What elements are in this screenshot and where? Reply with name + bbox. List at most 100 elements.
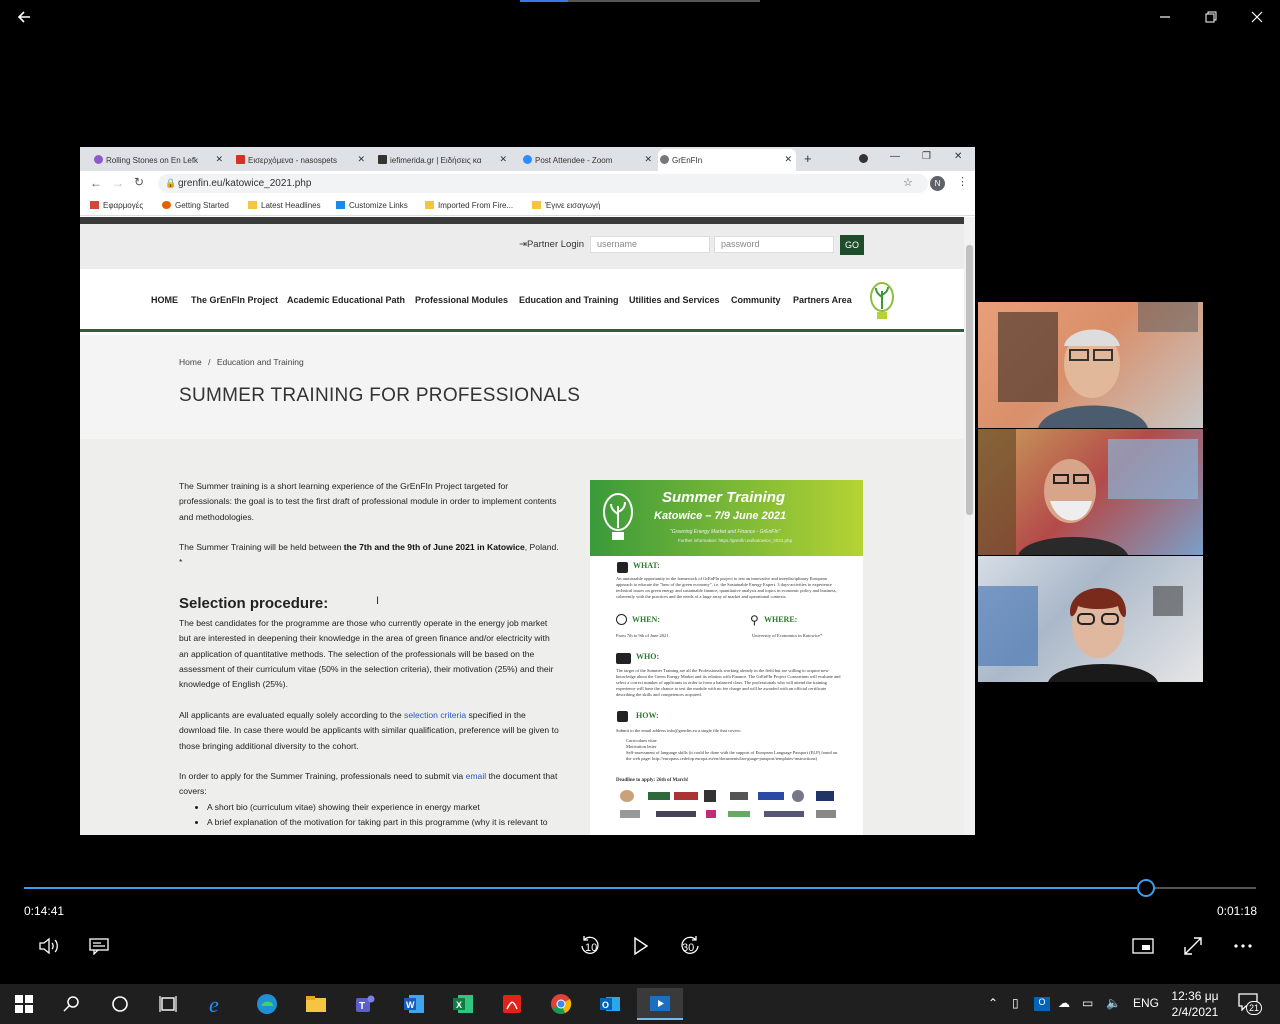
volume-icon[interactable]	[35, 932, 63, 960]
browser-minimize-icon[interactable]: —	[890, 151, 900, 162]
participant-video[interactable]	[978, 429, 1203, 555]
bookmark-imported-gr[interactable]: Έγινε εισαγωγή	[532, 201, 600, 210]
summer-training-flyer[interactable]: Summer Training Katowice – 7/9 June 2021…	[590, 480, 863, 835]
bookmark-imported[interactable]: Imported From Fire...	[425, 201, 513, 210]
grenfin-logo-icon[interactable]	[866, 279, 898, 323]
nav-utilities-services[interactable]: Utilities and Services	[629, 295, 720, 305]
nav-home[interactable]: HOME	[151, 295, 178, 305]
profile-avatar[interactable]: N	[930, 176, 945, 191]
network-icon[interactable]: ▭	[1082, 996, 1093, 1010]
participant-video[interactable]	[978, 302, 1203, 428]
bookmark-apps[interactable]: Εφαρμογές	[90, 201, 143, 210]
tab-rolling-stones[interactable]: Rolling Stones on En Lefk ✕	[92, 149, 227, 171]
teams-icon[interactable]: T	[345, 988, 385, 1020]
browser-back-icon[interactable]: ←	[90, 176, 102, 190]
outlook-tray-icon[interactable]: O	[1034, 997, 1050, 1011]
browser-menu-icon[interactable]: ⋮	[957, 175, 968, 188]
tab-grenfin[interactable]: GrEnFIn ✕	[658, 149, 796, 171]
restore-icon[interactable]	[1199, 6, 1223, 28]
bookmark-customize-links[interactable]: Customize Links	[336, 201, 408, 210]
tab-close-icon[interactable]: ✕	[784, 154, 792, 165]
onedrive-icon[interactable]: ☁	[1058, 996, 1070, 1010]
tab-close-icon[interactable]: ✕	[644, 154, 652, 165]
more-icon[interactable]	[1229, 932, 1257, 960]
login-icon: ⇥	[519, 239, 527, 250]
subtitles-icon[interactable]	[85, 932, 113, 960]
bookmark-star-icon[interactable]: ☆	[903, 176, 913, 189]
tab-close-icon[interactable]: ✕	[215, 154, 223, 165]
reload-icon[interactable]: ↻	[134, 175, 144, 189]
browser-close-icon[interactable]: ✕	[954, 151, 962, 162]
partner-logo-icon	[758, 792, 784, 800]
tab-label: Post Attendee - Zoom	[535, 155, 613, 165]
address-bar[interactable]: 🔒 grenfin.eu/katowice_2021.php	[158, 174, 928, 193]
nav-professional-modules[interactable]: Professional Modules	[415, 295, 508, 305]
clock-time: 12:36 μμ	[1171, 989, 1219, 1003]
video-player-icon[interactable]	[637, 988, 683, 1020]
username-input[interactable]: username	[590, 236, 710, 253]
partner-logo-icon	[648, 792, 670, 800]
browser-restore-icon[interactable]: ❐	[922, 151, 931, 162]
bookmark-latest-headlines[interactable]: Latest Headlines	[248, 201, 321, 210]
participant-video[interactable]	[978, 556, 1203, 682]
page-scrollbar[interactable]	[964, 217, 975, 835]
internet-explorer-icon[interactable]: e	[198, 988, 238, 1020]
bookmark-label: Έγινε εισαγωγή	[545, 201, 601, 210]
play-icon[interactable]	[627, 932, 655, 960]
nav-education-training[interactable]: Education and Training	[519, 295, 619, 305]
meet-now-icon[interactable]: ▯	[1012, 996, 1019, 1010]
breadcrumb-home[interactable]: Home	[179, 357, 202, 367]
chrome-icon[interactable]	[541, 988, 581, 1020]
tab-label: iefimerida.gr | Ειδήσεις κα	[390, 155, 482, 165]
selection-criteria-link[interactable]: selection criteria	[404, 710, 466, 720]
browser-forward-icon[interactable]: →	[112, 176, 124, 190]
search-icon[interactable]	[52, 988, 92, 1020]
seek-handle[interactable]	[1137, 879, 1155, 897]
outlook-icon[interactable]: O	[590, 988, 630, 1020]
rewind-10-icon[interactable]: 10	[576, 932, 604, 960]
tab-close-icon[interactable]: ✕	[499, 154, 507, 165]
file-explorer-icon[interactable]	[296, 988, 336, 1020]
edge-icon[interactable]	[247, 988, 287, 1020]
forward-30-icon[interactable]: 30	[676, 932, 704, 960]
nav-academic-path[interactable]: Academic Educational Path	[287, 295, 405, 305]
nav-partners-area[interactable]: Partners Area	[793, 295, 852, 305]
seek-bar[interactable]	[24, 879, 1256, 897]
back-arrow-icon[interactable]	[12, 6, 36, 28]
acrobat-icon[interactable]	[492, 988, 532, 1020]
start-icon[interactable]	[4, 988, 44, 1020]
tab-zoom[interactable]: Post Attendee - Zoom ✕	[521, 149, 656, 171]
language-indicator[interactable]: ENG	[1133, 996, 1159, 1010]
email-link[interactable]: email	[466, 771, 487, 781]
task-view-icon[interactable]	[148, 988, 188, 1020]
word-icon[interactable]: W	[394, 988, 434, 1020]
tab-iefimerida[interactable]: iefimerida.gr | Ειδήσεις κα ✕	[376, 149, 511, 171]
chevron-up-icon[interactable]: ⌃	[988, 996, 998, 1010]
nav-community[interactable]: Community	[731, 295, 781, 305]
tab-close-icon[interactable]: ✕	[357, 154, 365, 165]
close-icon[interactable]	[1245, 6, 1269, 28]
excel-icon[interactable]: X	[443, 988, 483, 1020]
clock[interactable]: 12:36 μμ 2/4/2021	[1170, 988, 1220, 1020]
nav-project[interactable]: The GrEnFIn Project	[191, 295, 278, 305]
flyer-how-list: Curriculum vitae Motivation letter Self-…	[626, 738, 841, 762]
selection-paragraph: The best candidates for the programme ar…	[179, 618, 554, 690]
tab-favicon-icon	[94, 155, 103, 164]
notification-icon[interactable]: 21	[1238, 993, 1262, 1016]
new-tab-button[interactable]: +	[804, 151, 812, 166]
requirements-list: A short bio (curriculum vitae) showing t…	[207, 800, 587, 831]
svg-text:e: e	[209, 993, 219, 1015]
speaker-icon[interactable]: 🔈	[1106, 996, 1121, 1010]
fullscreen-icon[interactable]	[1179, 932, 1207, 960]
password-input[interactable]: password	[714, 236, 834, 253]
tab-search-icon[interactable]	[859, 154, 868, 163]
scrollbar-thumb[interactable]	[966, 245, 973, 515]
cortana-icon[interactable]	[100, 988, 140, 1020]
partner-logo-icon	[728, 811, 750, 817]
go-button[interactable]: GO	[840, 235, 864, 255]
bookmark-getting-started[interactable]: Getting Started	[162, 201, 229, 210]
mini-view-icon[interactable]	[1129, 932, 1157, 960]
partner-login-text: Partner Login	[526, 239, 585, 250]
tab-gmail[interactable]: Εισερχόμενα - nasospets ✕	[234, 149, 369, 171]
minimize-icon[interactable]	[1153, 6, 1177, 28]
